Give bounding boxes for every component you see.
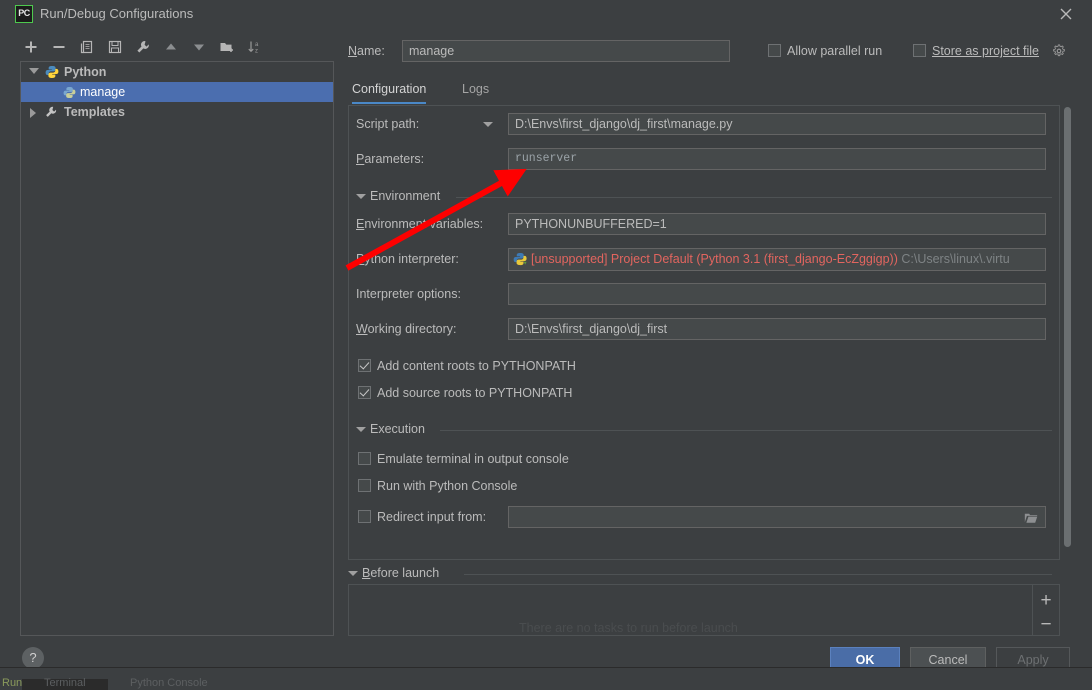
before-launch-buttons-divider [1032, 585, 1033, 635]
dialog-title: Run/Debug Configurations [40, 6, 194, 21]
python-interpreter-label: Python interpreter: [356, 252, 459, 266]
emulate-terminal-checkbox[interactable]: Emulate terminal in output console [358, 452, 569, 466]
svg-text:z: z [255, 49, 258, 55]
pycharm-run-debug-configurations-window: tt_i.pin.pi.teentsarderavpy1ointharR PC … [0, 0, 1092, 690]
gear-icon[interactable] [1052, 44, 1066, 63]
checkbox-box[interactable] [358, 510, 371, 523]
edit-templates-wrench-icon[interactable] [132, 36, 154, 58]
allow-parallel-run-label: Allow parallel run [787, 44, 883, 58]
expand-triangle-icon[interactable] [29, 68, 39, 74]
section-collapse-triangle-icon[interactable] [356, 194, 366, 199]
before-launch-remove-button[interactable]: − [1036, 615, 1056, 634]
checkbox-box[interactable] [358, 479, 371, 492]
python-env-icon [513, 252, 528, 270]
ide-status-bar: Run Terminal Python Console [0, 667, 1092, 690]
execution-section-label: Execution [370, 422, 425, 436]
interpreter-options-label: Interpreter options: [356, 287, 461, 301]
tab-configuration[interactable]: Configuration [352, 78, 427, 104]
wrench-icon [44, 105, 58, 125]
store-as-project-file-label: Store as project file [932, 44, 1039, 58]
python-interpreter-dropdown[interactable]: [unsupported] Project Default (Python 3.… [508, 248, 1046, 271]
redirect-input-from-input[interactable] [508, 506, 1046, 528]
store-as-project-file-checkbox[interactable]: Store as project file [913, 44, 1039, 58]
script-path-label: Script path: [356, 117, 420, 131]
pycharm-logo-icon: PC [15, 5, 33, 23]
configurations-toolbar: a z [20, 36, 340, 62]
environment-variables-input[interactable]: PYTHONUNBUFFERED=1 [508, 213, 1046, 235]
section-collapse-triangle-icon[interactable] [356, 427, 366, 432]
dialog-title-bar: PC Run/Debug Configurations [0, 0, 1092, 28]
redirect-input-from-label: Redirect input from: [377, 510, 487, 524]
name-label: Name: [348, 44, 385, 58]
svg-text:a: a [255, 42, 259, 48]
move-down-arrow-icon[interactable] [188, 36, 210, 58]
status-run-label[interactable]: Run [2, 677, 22, 689]
redirect-input-from-checkbox[interactable]: Redirect input from: [358, 510, 486, 524]
working-directory-label: Working directory: [356, 322, 457, 336]
configurations-tree[interactable]: Python manage Templates [20, 61, 334, 636]
script-path-input[interactable]: D:\Envs\first_django\dj_first\manage.py [508, 113, 1046, 135]
panel-scrollbar[interactable] [1063, 106, 1072, 558]
before-launch-section-header: Before launch [348, 566, 1052, 582]
checkbox-box[interactable] [358, 452, 371, 465]
tree-node-label: manage [80, 85, 126, 99]
run-with-python-console-label: Run with Python Console [377, 479, 518, 493]
execution-section-header: Execution [356, 422, 1052, 438]
environment-section-header: Environment [356, 189, 1052, 205]
collapse-triangle-icon[interactable] [30, 108, 36, 118]
checkbox-box[interactable] [913, 44, 926, 57]
add-source-roots-checkbox[interactable]: Add source roots to PYTHONPATH [358, 386, 572, 400]
new-folder-icon[interactable] [216, 36, 238, 58]
parameters-input[interactable]: runserver [508, 148, 1046, 170]
status-python-console-label[interactable]: Python Console [130, 677, 208, 689]
parameters-label: Parameters: [356, 152, 425, 166]
section-divider [440, 430, 1052, 431]
chevron-down-icon[interactable] [483, 122, 493, 127]
emulate-terminal-label: Emulate terminal in output console [377, 452, 569, 466]
name-input[interactable] [402, 40, 730, 62]
checkbox-box[interactable] [768, 44, 781, 57]
move-up-arrow-icon[interactable] [160, 36, 182, 58]
tab-logs[interactable]: Logs [462, 78, 489, 104]
section-divider [464, 574, 1052, 575]
tree-node-label: Templates [64, 105, 125, 119]
checkbox-box[interactable] [358, 386, 371, 399]
tree-node-python[interactable]: Python [21, 62, 333, 82]
before-launch-add-button[interactable]: + [1036, 591, 1056, 610]
environment-variables-label: Environment variables: [356, 217, 484, 231]
folder-open-icon[interactable] [1024, 511, 1038, 529]
dialog-window: PC Run/Debug Configurations a z Python m… [0, 0, 1092, 676]
before-launch-empty-hint: There are no tasks to run before launch [519, 621, 738, 635]
tree-node-templates[interactable]: Templates [21, 102, 333, 122]
add-content-roots-label: Add content roots to PYTHONPATH [377, 359, 576, 373]
before-launch-label: Before launch [362, 566, 440, 580]
section-collapse-triangle-icon[interactable] [348, 571, 358, 576]
interpreter-options-input[interactable] [508, 283, 1046, 305]
run-with-python-console-checkbox[interactable]: Run with Python Console [358, 479, 517, 493]
allow-parallel-run-checkbox[interactable]: Allow parallel run [768, 44, 882, 58]
working-directory-input[interactable]: D:\Envs\first_django\dj_first [508, 318, 1046, 340]
tab-bar: Configuration Logs [348, 78, 1060, 104]
checkbox-box[interactable] [358, 359, 371, 372]
before-launch-task-list[interactable]: There are no tasks to run before launch [348, 584, 1060, 636]
tree-node-manage[interactable]: manage [21, 82, 333, 102]
scrollbar-thumb[interactable] [1064, 107, 1071, 547]
close-icon[interactable] [1056, 4, 1076, 24]
save-configuration-button[interactable] [104, 36, 126, 58]
add-configuration-button[interactable] [20, 36, 42, 58]
add-content-roots-checkbox[interactable]: Add content roots to PYTHONPATH [358, 359, 576, 373]
tree-node-label: Python [64, 65, 107, 79]
help-icon[interactable]: ? [22, 647, 44, 669]
copy-configuration-button[interactable] [76, 36, 98, 58]
add-source-roots-label: Add source roots to PYTHONPATH [377, 386, 573, 400]
environment-section-label: Environment [370, 189, 441, 203]
sort-alphabetically-icon[interactable]: a z [244, 36, 266, 58]
status-terminal-label[interactable]: Terminal [44, 677, 86, 689]
remove-configuration-button[interactable] [48, 36, 70, 58]
section-divider [456, 197, 1052, 198]
python-interpreter-value: [unsupported] Project Default (Python 3.… [531, 252, 1010, 266]
